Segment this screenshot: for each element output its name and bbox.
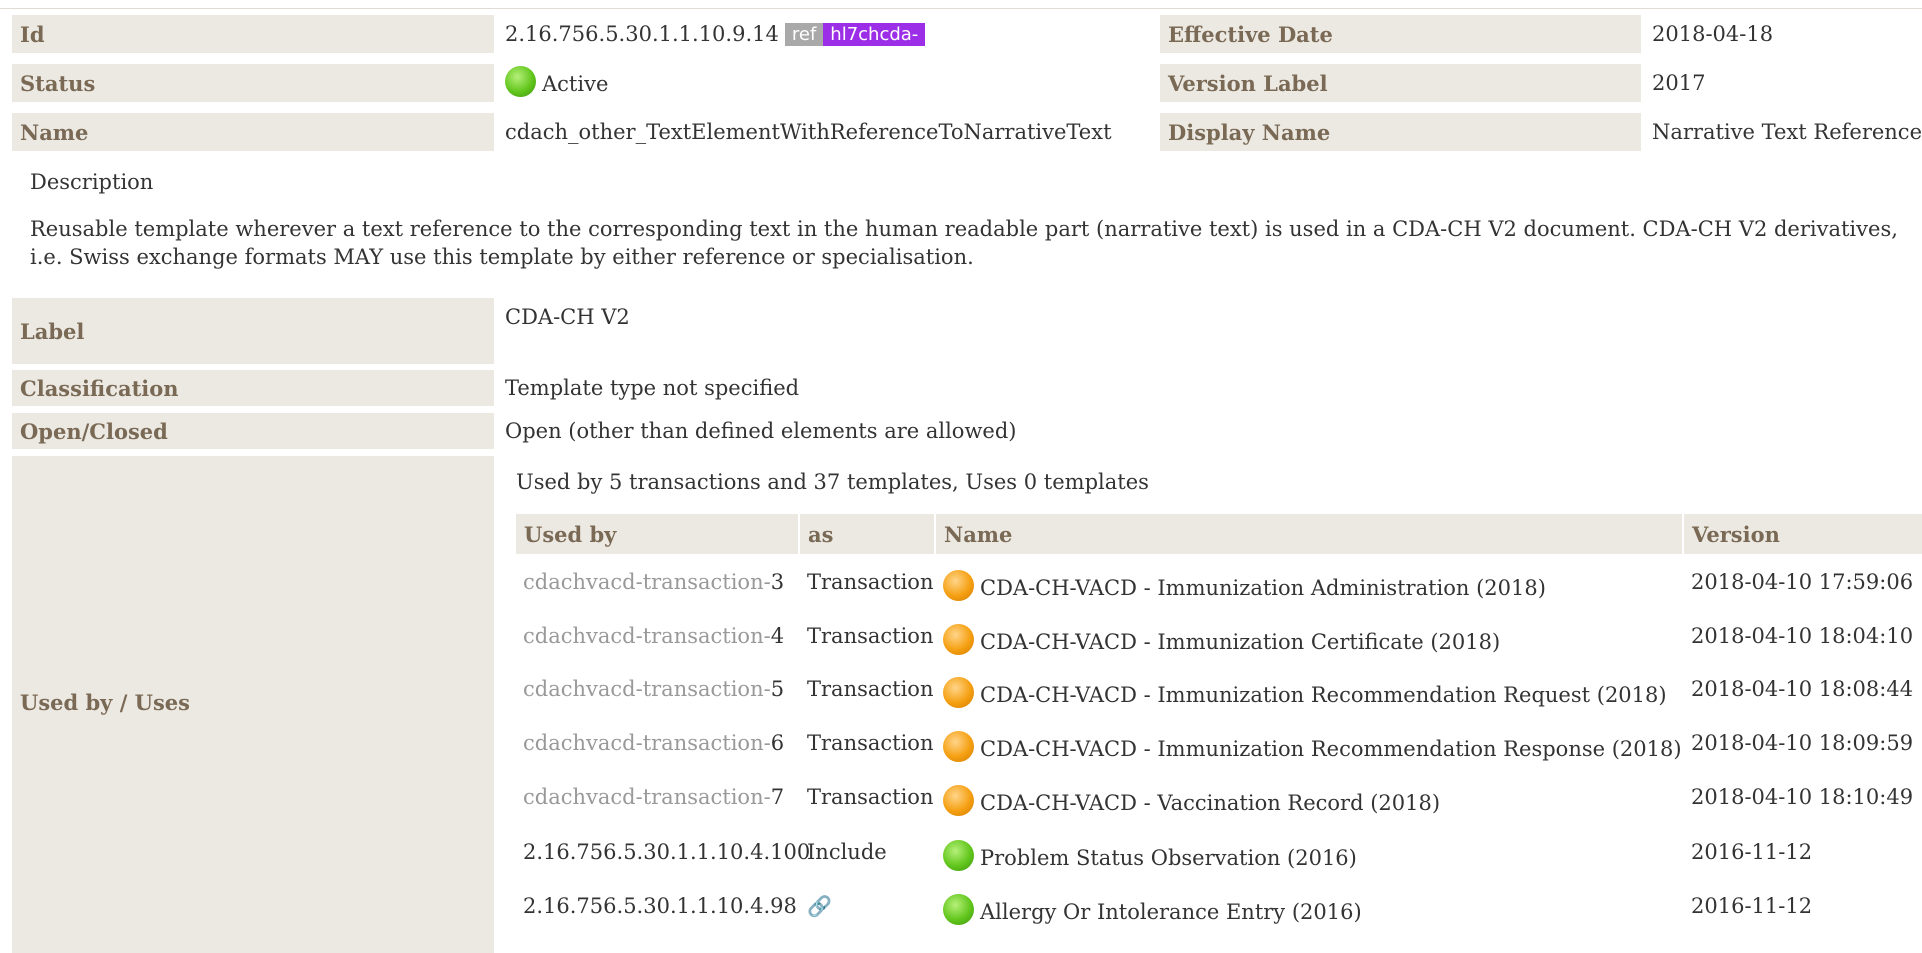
top-divider <box>0 8 1922 9</box>
display-name-label: Display Name <box>1160 113 1641 151</box>
id-value: 2.16.756.5.30.1.1.10.9.14 <box>505 22 779 46</box>
draft-status-icon <box>943 785 974 816</box>
ref-badge[interactable]: ref <box>784 23 824 46</box>
draft-status-icon <box>943 624 974 655</box>
used-by-link[interactable]: cdachvacd-transaction-4 <box>523 624 784 648</box>
col-as: as <box>800 514 934 554</box>
version-value: 2018-04-10 18:09:59 <box>1691 731 1914 755</box>
version-value: 2018-04-10 18:10:49 <box>1691 785 1914 809</box>
display-name-value: Narrative Text Reference <box>1652 120 1922 144</box>
as-value: Transaction <box>807 570 934 594</box>
status-value: Active <box>542 72 609 96</box>
as-value: Transaction <box>807 785 934 809</box>
as-value: Transaction <box>807 731 934 755</box>
version-label-value: 2017 <box>1652 71 1706 95</box>
table-row: cdachvacd-transaction-4 Transaction CDA-… <box>0 624 1922 678</box>
id-label: Id <box>12 15 494 53</box>
link-icon[interactable]: 🔗 <box>807 894 832 918</box>
used-by-id[interactable]: 2.16.756.5.30.1.1.10.4.98 <box>523 894 797 918</box>
version-value: 2018-04-10 18:04:10 <box>1691 624 1914 648</box>
table-row: cdachvacd-transaction-5 Transaction CDA-… <box>0 677 1922 731</box>
id-value-group: 2.16.756.5.30.1.1.10.9.14 ref hl7chcda- <box>505 22 926 46</box>
draft-status-icon <box>943 677 974 708</box>
table-row: 2.16.756.5.30.1.1.10.4.98 🔗 Allergy Or I… <box>0 894 1922 948</box>
status-label: Status <box>12 64 494 102</box>
as-value: Transaction <box>807 624 934 648</box>
description-text: Reusable template wherever a text refere… <box>30 217 1898 269</box>
table-row: cdachvacd-transaction-3 Transaction CDA-… <box>0 570 1922 624</box>
version-value: 2016-11-12 <box>1691 840 1813 864</box>
classification-value: Template type not specified <box>505 376 800 400</box>
used-by-link[interactable]: cdachvacd-transaction-3 <box>523 570 784 594</box>
version-value: 2018-04-10 18:08:44 <box>1691 677 1914 701</box>
name-label: Name <box>12 113 494 151</box>
as-value: Transaction <box>807 677 934 701</box>
active-status-icon <box>505 66 536 97</box>
name-value: cdach_other_TextElementWithReferenceToNa… <box>505 120 1112 144</box>
name-cell[interactable]: CDA-CH-VACD - Immunization Recommendatio… <box>943 731 1682 762</box>
version-value: 2016-11-12 <box>1691 894 1813 918</box>
active-status-icon <box>943 840 974 871</box>
col-used-by: Used by <box>516 514 798 554</box>
uses-summary: Used by 5 transactions and 37 templates,… <box>516 470 1149 494</box>
name-cell[interactable]: CDA-CH-VACD - Immunization Certificate (… <box>943 624 1500 655</box>
col-version: Version <box>1684 514 1922 554</box>
used-by-link[interactable]: cdachvacd-transaction-6 <box>523 731 784 755</box>
active-status-icon <box>943 894 974 925</box>
draft-status-icon <box>943 570 974 601</box>
name-cell[interactable]: CDA-CH-VACD - Immunization Recommendatio… <box>943 677 1667 708</box>
table-row: cdachvacd-transaction-7 Transaction CDA-… <box>0 785 1922 839</box>
label-value: CDA-CH V2 <box>505 305 630 329</box>
version-value: 2018-04-10 17:59:06 <box>1691 570 1914 594</box>
name-cell[interactable]: Problem Status Observation (2016) <box>943 840 1357 871</box>
label-label: Label <box>12 298 494 364</box>
open-closed-value: Open (other than defined elements are al… <box>505 419 1017 443</box>
used-by-link[interactable]: cdachvacd-transaction-7 <box>523 785 784 809</box>
as-value: Include <box>807 840 887 864</box>
col-name: Name <box>936 514 1682 554</box>
effective-date-value: 2018-04-18 <box>1652 22 1774 46</box>
draft-status-icon <box>943 731 974 762</box>
status-value-group: Active <box>505 66 608 97</box>
version-label-label: Version Label <box>1160 64 1641 102</box>
used-by-id[interactable]: 2.16.756.5.30.1.1.10.4.100 <box>523 840 810 864</box>
template-detail-page: Id 2.16.756.5.30.1.1.10.9.14 ref hl7chcda-… <box>0 0 1922 953</box>
classification-label: Classification <box>12 370 494 406</box>
name-cell[interactable]: Allergy Or Intolerance Entry (2016) <box>943 894 1362 925</box>
description-title: Description <box>30 170 154 194</box>
name-cell[interactable]: CDA-CH-VACD - Vaccination Record (2018) <box>943 785 1440 816</box>
prefix-badge: hl7chcda- <box>823 23 926 46</box>
name-cell[interactable]: CDA-CH-VACD - Immunization Administratio… <box>943 570 1546 601</box>
used-by-link[interactable]: cdachvacd-transaction-5 <box>523 677 784 701</box>
table-row: 2.16.756.5.30.1.1.10.4.100 Include Probl… <box>0 840 1922 894</box>
open-closed-label: Open/Closed <box>12 413 494 449</box>
table-row: cdachvacd-transaction-6 Transaction CDA-… <box>0 731 1922 785</box>
effective-date-label: Effective Date <box>1160 15 1641 53</box>
